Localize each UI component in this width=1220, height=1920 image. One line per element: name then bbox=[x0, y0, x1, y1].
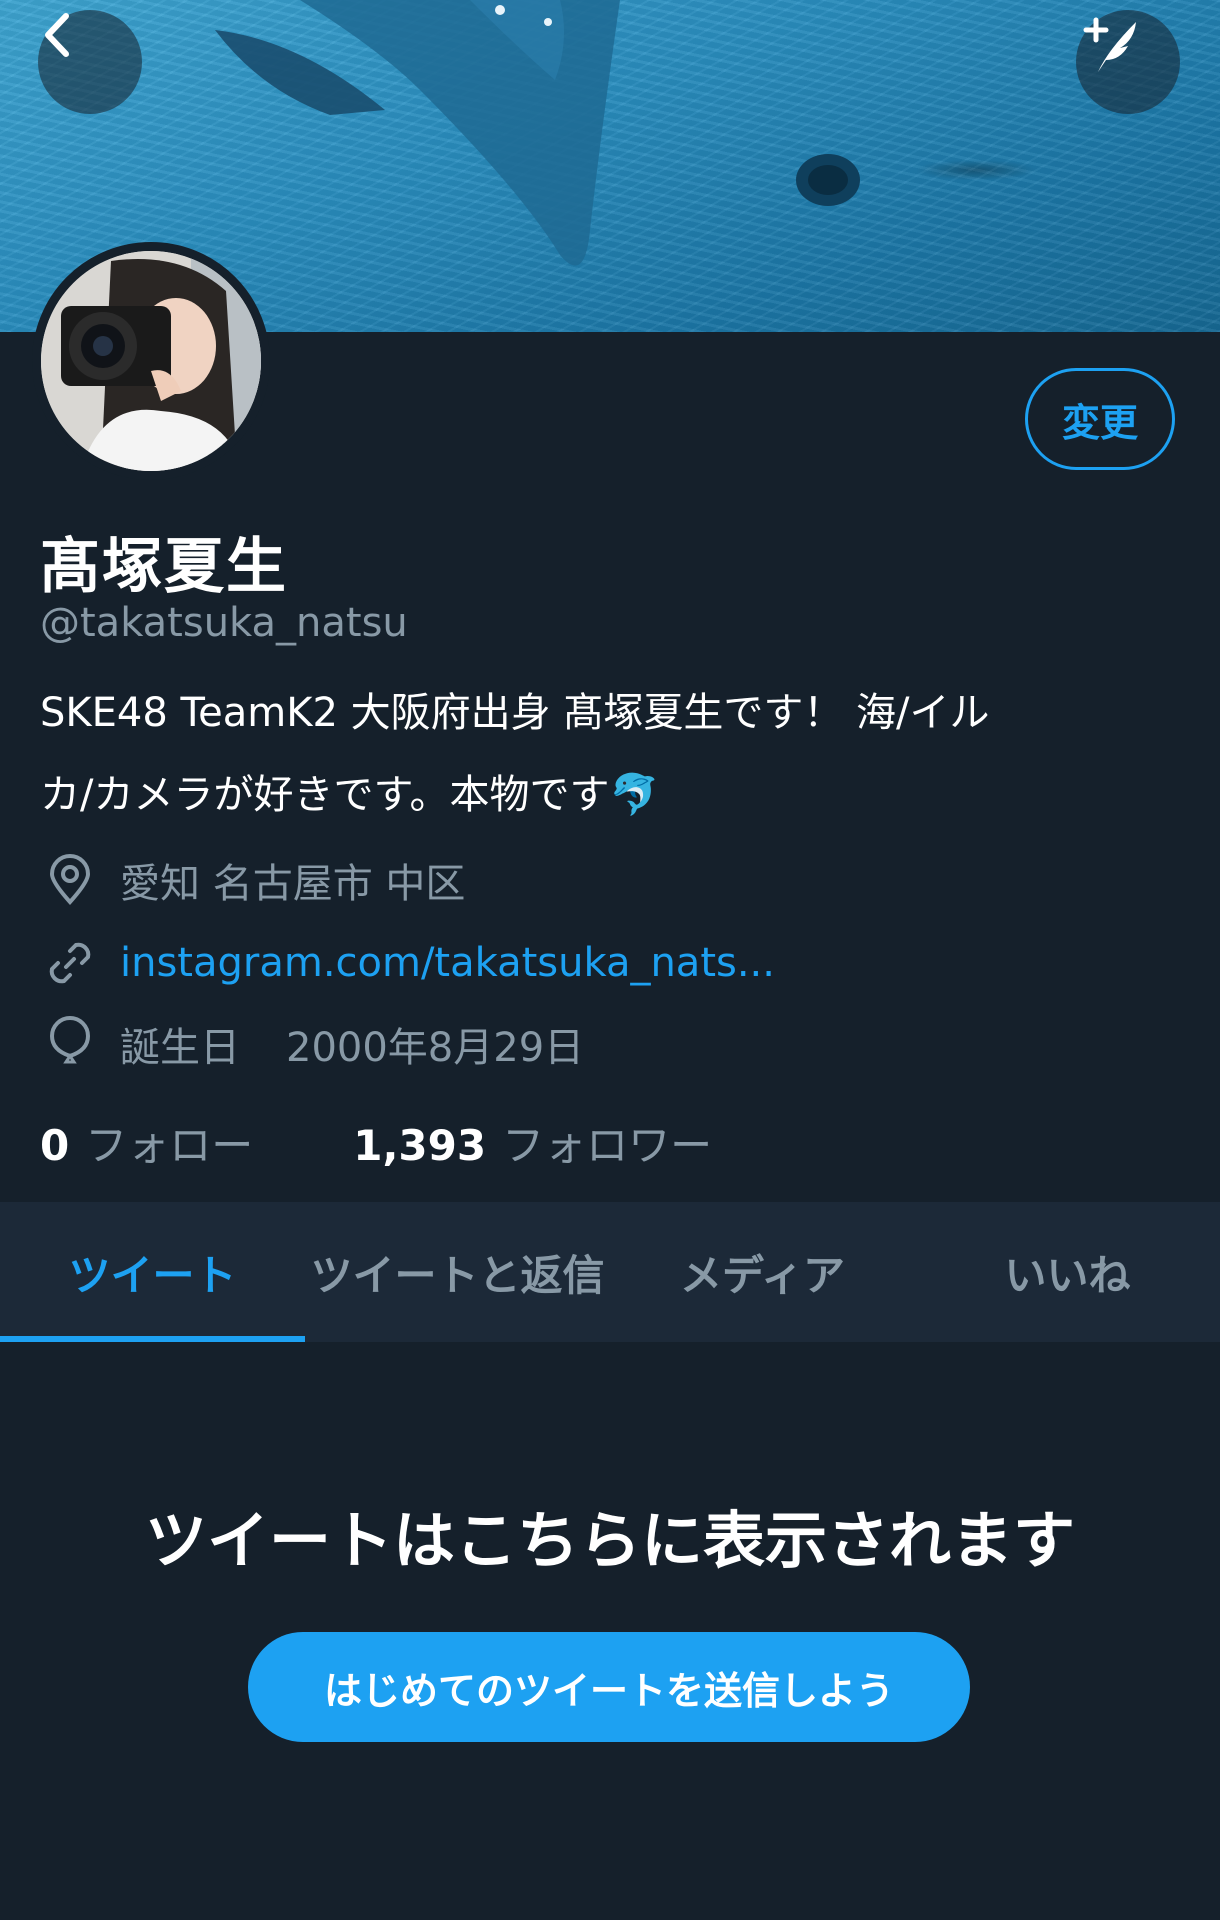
tab-tweets[interactable]: ツイート bbox=[0, 1202, 305, 1342]
chevron-left-icon bbox=[45, 13, 69, 57]
profile-tabs: ツイート ツイートと返信 メディア いいね bbox=[0, 1202, 1220, 1342]
profile-name: 髙塚夏生 bbox=[40, 532, 288, 602]
followers-label: フォロワー bbox=[502, 1120, 713, 1170]
birthday-label: 誕生日 bbox=[120, 1025, 240, 1071]
location-row: 愛知 名古屋市 中区 bbox=[40, 850, 465, 910]
bio-line: SKE48 TeamK2 大阪府出身 髙塚夏生です！ 海/イル bbox=[40, 690, 990, 736]
tab-tweets-and-replies[interactable]: ツイートと返信 bbox=[305, 1202, 610, 1342]
profile-bio: SKE48 TeamK2 大阪府出身 髙塚夏生です！ 海/イル カ/カメラが好き… bbox=[40, 672, 1150, 836]
tab-likes[interactable]: いいね bbox=[915, 1202, 1220, 1342]
website-link[interactable]: instagram.com/takatsuka_nats... bbox=[120, 940, 775, 986]
birthday-row: 誕生日 2000年8月29日 bbox=[40, 1014, 584, 1074]
following-count: 0 bbox=[40, 1120, 70, 1170]
follow-stats: 0 フォロー 1,393 フォロワー bbox=[40, 1112, 712, 1172]
following-stat[interactable]: 0 フォロー bbox=[40, 1112, 253, 1173]
followers-stat[interactable]: 1,393 フォロワー bbox=[353, 1112, 712, 1173]
link-icon bbox=[40, 933, 100, 993]
balloon-icon bbox=[40, 1014, 100, 1074]
following-label: フォロー bbox=[85, 1120, 254, 1170]
birthday-date: 2000年8月29日 bbox=[286, 1025, 585, 1071]
first-tweet-button[interactable]: はじめてのツイートを送信しよう bbox=[248, 1632, 970, 1742]
empty-state-title: ツイートはこちらに表示されます bbox=[144, 1504, 1075, 1577]
compose-tweet-button[interactable] bbox=[1076, 10, 1180, 114]
tab-media[interactable]: メディア bbox=[610, 1202, 915, 1342]
location-text: 愛知 名古屋市 中区 bbox=[120, 861, 466, 907]
followers-count: 1,393 bbox=[353, 1120, 487, 1170]
bio-line: カ/カメラが好きです。本物です🐬 bbox=[40, 772, 660, 818]
compose-tweet-icon bbox=[1083, 17, 1136, 72]
website-row[interactable]: instagram.com/takatsuka_nats... bbox=[40, 933, 775, 993]
location-pin-icon bbox=[40, 850, 100, 910]
avatar-photo bbox=[41, 251, 261, 471]
edit-profile-button[interactable]: 変更 bbox=[1025, 368, 1175, 470]
back-button[interactable] bbox=[38, 10, 142, 114]
profile-handle: @takatsuka_natsu bbox=[40, 600, 408, 646]
profile-avatar[interactable] bbox=[32, 242, 270, 480]
